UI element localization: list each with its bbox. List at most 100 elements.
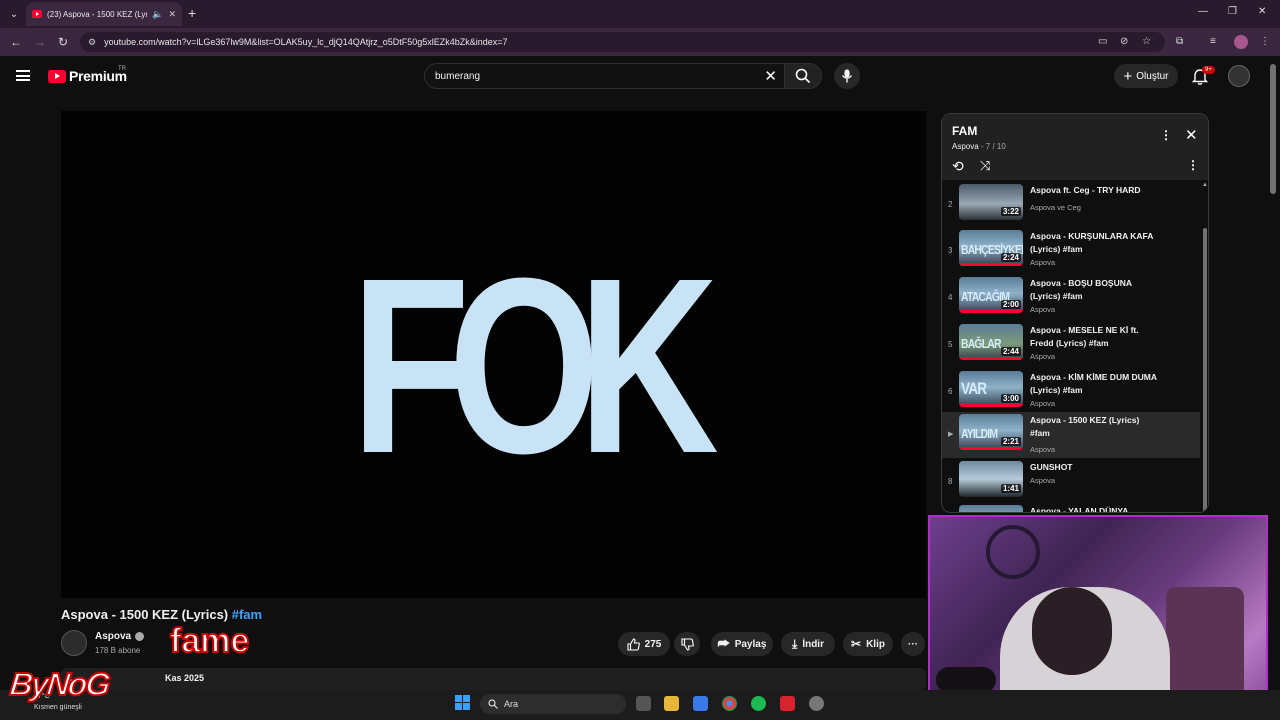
browser-tab-bar: ⌄ (23) Aspova - 1500 KEZ (Lyrics) #fam 🔈… [0, 0, 1280, 28]
fame-sticker-text: fame [170, 622, 249, 660]
site-info-icon[interactable]: ⚙ [88, 37, 96, 48]
speaker-icon[interactable]: 🔈 [152, 9, 163, 20]
item-index: 3 [948, 246, 953, 255]
playlist-more-icon[interactable]: ⋮ [1160, 128, 1172, 142]
tab-search-button[interactable]: ⌄ [4, 4, 24, 24]
item-duration: 1:41 [1000, 484, 1021, 493]
item-index: 8 [948, 477, 953, 486]
list-item[interactable]: 5 BAĞLAR 2:44 Aspova - MESELE NE Kİ ft. F… [942, 322, 1200, 368]
download-icon: ⤓ [792, 636, 798, 651]
clip-label: Klip [866, 638, 885, 650]
video-player[interactable]: FOK [61, 111, 926, 598]
eye-off-icon[interactable]: ⊘ [1120, 36, 1128, 47]
forward-icon[interactable]: → [34, 35, 46, 49]
loop-icon[interactable]: ⟲ [952, 158, 964, 175]
create-label: Oluştur [1136, 70, 1169, 82]
scroll-up-icon[interactable]: ▲ [1202, 182, 1208, 188]
share-button[interactable]: ⮫ Paylaş [711, 632, 773, 656]
spotify-icon[interactable] [751, 696, 766, 711]
item-title: Aspova - MESELE NE Kİ ft. Fredd (Lyrics)… [1030, 325, 1139, 348]
channel-name[interactable]: Aspova [95, 631, 131, 642]
bookmark-star-icon[interactable]: ☆ [1142, 36, 1151, 47]
item-thumbnail [959, 505, 1023, 512]
dislike-button[interactable] [674, 632, 700, 656]
country-code: TR [118, 66, 126, 72]
windows-start-icon[interactable] [455, 695, 470, 710]
like-button[interactable]: 275 [618, 632, 670, 656]
playlist-scrollbar[interactable]: ▲ [1200, 180, 1208, 512]
page-scrollbar[interactable] [1270, 64, 1276, 194]
search-icon [795, 68, 811, 84]
item-index: 5 [948, 340, 953, 349]
minimize-button[interactable]: — [1198, 6, 1208, 17]
share-icon: ⮫ [717, 636, 730, 651]
back-icon[interactable]: ← [10, 35, 22, 49]
browser-menu-icon[interactable]: ⋮ [1260, 36, 1270, 47]
playlist-panel: FAM Aspova - 7 / 10 ⋮ ✕ ⟲ ⤨ ⋮ 2 3:22 Asp… [941, 113, 1209, 513]
download-label: İndir [802, 638, 824, 650]
item-duration: 3:22 [1000, 207, 1021, 216]
profile-avatar[interactable] [1234, 35, 1248, 49]
item-thumbnail: BAHÇESİYKEN 2:24 [959, 230, 1023, 266]
cast-icon[interactable]: ▭ [1098, 36, 1107, 47]
browser-tab[interactable]: (23) Aspova - 1500 KEZ (Lyrics) #fam 🔈 ✕ [26, 2, 182, 26]
webcam-overlay [928, 515, 1268, 705]
reload-icon[interactable]: ↻ [58, 35, 68, 49]
file-explorer-icon[interactable] [664, 696, 679, 711]
download-button[interactable]: ⤓ İndir [781, 632, 835, 656]
list-item[interactable]: Aspova - YALAN DÜNYA [942, 503, 1200, 512]
list-item-current[interactable]: ▶ AYILDIM 2:21 Aspova - 1500 KEZ (Lyrics)… [942, 412, 1200, 458]
video-frame-text: FOK [351, 226, 719, 505]
task-view-icon[interactable] [636, 696, 651, 711]
channel-avatar[interactable] [61, 630, 87, 656]
weather-text[interactable]: Kısmen güneşli [34, 704, 82, 711]
item-thumbnail: VAR 3:00 [959, 371, 1023, 407]
playlist-close-icon[interactable]: ✕ [1185, 126, 1198, 144]
item-duration: 2:21 [1000, 437, 1021, 446]
new-tab-button[interactable]: + [188, 5, 196, 21]
extensions-icon[interactable]: ⧉ [1176, 36, 1183, 47]
account-avatar[interactable] [1228, 65, 1250, 87]
microphone-icon [841, 69, 853, 83]
thumb-text: VAR [961, 379, 987, 398]
taskbar-search[interactable]: Ara [480, 694, 626, 714]
playlist-owner[interactable]: Aspova [952, 142, 979, 151]
list-item[interactable]: 2 3:22 Aspova ft. Ceg - TRY HARD Aspova … [942, 182, 1200, 228]
clear-search-icon[interactable]: ✕ [764, 67, 777, 85]
search-input[interactable]: bumerang ✕ [424, 63, 786, 89]
shuffle-icon[interactable]: ⤨ [980, 158, 990, 174]
share-label: Paylaş [734, 638, 767, 650]
list-item[interactable]: 8 1:41 GUNSHOT Aspova [942, 459, 1200, 505]
playlist-options-icon[interactable]: ⋮ [1187, 158, 1199, 172]
like-count: 275 [644, 638, 662, 650]
app-icon[interactable] [780, 696, 795, 711]
list-item[interactable]: 3 BAHÇESİYKEN 2:24 Aspova - KURŞUNLARA KA… [942, 228, 1200, 274]
search-button[interactable] [784, 63, 822, 89]
item-channel: Aspova [1030, 476, 1056, 485]
url-field[interactable]: ⚙ youtube.com/watch?v=lLGe367lw9M&list=O… [80, 32, 1165, 52]
store-icon[interactable] [693, 696, 708, 711]
close-window-button[interactable]: ✕ [1258, 6, 1266, 17]
voice-search-button[interactable] [834, 63, 860, 89]
plus-icon: + [1123, 67, 1133, 85]
menu-icon[interactable] [16, 70, 30, 81]
list-item[interactable]: 4 ATACAĞIM 2:00 Aspova - BOŞU BOŞUNA (Lyr… [942, 275, 1200, 321]
scrollbar-thumb[interactable] [1203, 228, 1207, 512]
create-button[interactable]: + Oluştur [1114, 64, 1178, 88]
youtube-logo[interactable]: Premium [48, 68, 127, 84]
more-actions-button[interactable]: ··· [901, 632, 925, 656]
list-item[interactable]: 6 VAR 3:00 Aspova - KİM KİME DUM DUMA (Ly… [942, 369, 1200, 415]
item-title: Aspova - 1500 KEZ (Lyrics) #fam [1030, 415, 1140, 438]
clip-button[interactable]: ✂ Klip [843, 632, 893, 656]
item-index: 4 [948, 293, 953, 302]
close-tab-icon[interactable]: ✕ [168, 9, 176, 20]
chrome-icon[interactable] [722, 696, 737, 711]
media-icon[interactable]: ≡ [1210, 36, 1216, 47]
maximize-button[interactable]: ❐ [1228, 6, 1237, 17]
now-playing-icon: ▶ [948, 431, 954, 438]
taskbar-search-label: Ara [504, 699, 519, 709]
item-thumbnail: BAĞLAR 2:44 [959, 324, 1023, 360]
url-text: youtube.com/watch?v=lLGe367lw9M&list=OLA… [104, 37, 508, 47]
obs-icon[interactable] [809, 696, 824, 711]
playlist-title[interactable]: FAM [952, 124, 977, 138]
